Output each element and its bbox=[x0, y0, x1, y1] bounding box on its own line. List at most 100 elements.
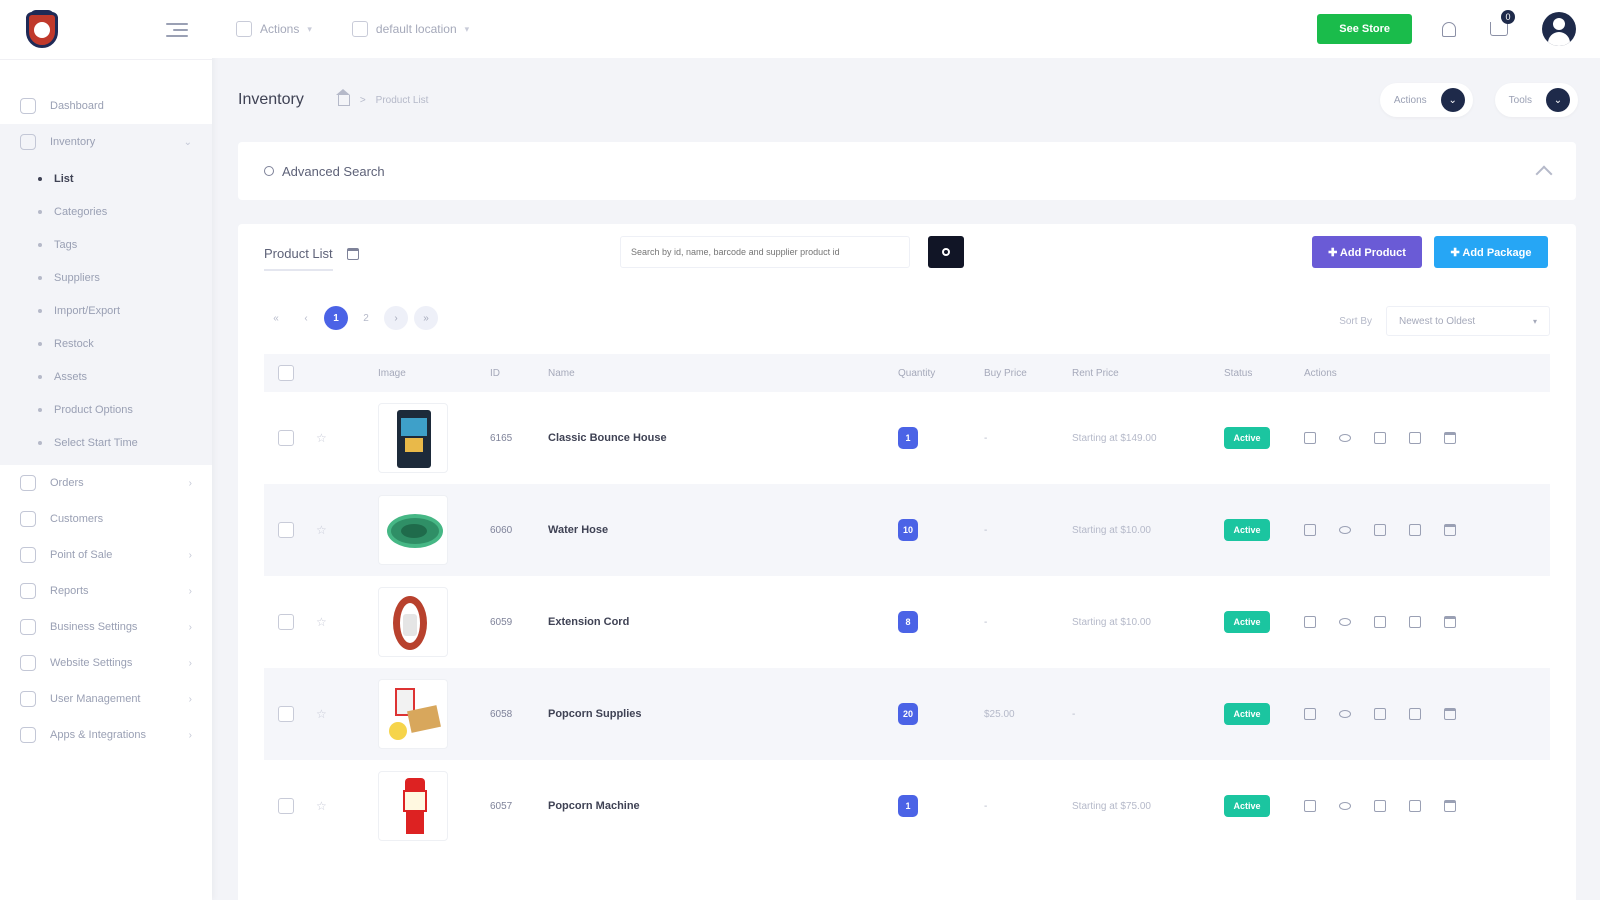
calendar-icon[interactable] bbox=[1409, 800, 1421, 812]
sidebar-subitem-suppliers[interactable]: Suppliers bbox=[0, 261, 212, 294]
sidebar-item-business-settings[interactable]: Business Settings › bbox=[0, 609, 212, 645]
sidebar-item-inventory[interactable]: Inventory ⌄ bbox=[0, 124, 212, 160]
star-icon[interactable]: ☆ bbox=[316, 523, 327, 537]
avatar[interactable] bbox=[1542, 12, 1576, 46]
sidebar-subitem-restock[interactable]: Restock bbox=[0, 327, 212, 360]
eye-icon[interactable] bbox=[1339, 710, 1351, 718]
product-thumbnail[interactable] bbox=[378, 679, 448, 749]
sidebar-subitem-assets[interactable]: Assets bbox=[0, 360, 212, 393]
advanced-search-panel[interactable]: Advanced Search bbox=[238, 142, 1576, 200]
sidebar-subitem-list[interactable]: List bbox=[0, 162, 212, 195]
sidebar-item-user-management[interactable]: User Management › bbox=[0, 681, 212, 717]
eye-icon[interactable] bbox=[1339, 434, 1351, 442]
sidebar-subitem-product-options[interactable]: Product Options bbox=[0, 393, 212, 426]
star-icon[interactable]: ☆ bbox=[316, 799, 327, 813]
location-dropdown[interactable]: default location ▾ bbox=[351, 21, 469, 37]
see-store-button[interactable]: See Store bbox=[1317, 14, 1412, 44]
column-header-status[interactable]: Status bbox=[1224, 354, 1304, 392]
sidebar-item-apps-integrations[interactable]: Apps & Integrations › bbox=[0, 717, 212, 753]
edit-icon[interactable] bbox=[1374, 708, 1386, 720]
eye-icon[interactable] bbox=[1339, 802, 1351, 810]
row-checkbox[interactable] bbox=[278, 798, 294, 814]
sidebar-item-dashboard[interactable]: Dashboard bbox=[0, 88, 212, 124]
sidebar-item-orders[interactable]: Orders › bbox=[0, 465, 212, 501]
product-name[interactable]: Popcorn Supplies bbox=[548, 668, 898, 760]
copy-icon[interactable] bbox=[1304, 708, 1316, 720]
header-actions-button[interactable]: Actions ⌄ bbox=[1379, 83, 1473, 117]
sidebar-subitem-import-export[interactable]: Import/Export bbox=[0, 294, 212, 327]
sidebar-nav: Dashboard Inventory ⌄ List Categories Ta… bbox=[0, 60, 212, 753]
product-name[interactable]: Popcorn Machine bbox=[548, 760, 898, 852]
sidebar-item-customers[interactable]: Customers bbox=[0, 501, 212, 537]
trash-icon[interactable] bbox=[1444, 616, 1456, 628]
pagination-last[interactable]: » bbox=[414, 306, 438, 330]
bell-icon[interactable] bbox=[1442, 21, 1456, 37]
edit-icon[interactable] bbox=[1374, 432, 1386, 444]
product-thumbnail[interactable] bbox=[378, 771, 448, 841]
calendar-icon[interactable] bbox=[1409, 524, 1421, 536]
pagination-first[interactable]: « bbox=[264, 306, 288, 330]
calendar-icon[interactable] bbox=[1409, 616, 1421, 628]
brand-logo[interactable] bbox=[24, 9, 60, 50]
add-package-button[interactable]: ✚ Add Package bbox=[1434, 236, 1548, 268]
eye-icon[interactable] bbox=[1339, 618, 1351, 626]
trash-icon[interactable] bbox=[1444, 524, 1456, 536]
pagination-prev[interactable]: ‹ bbox=[294, 306, 318, 330]
edit-icon[interactable] bbox=[1374, 616, 1386, 628]
trash-icon[interactable] bbox=[1444, 708, 1456, 720]
product-name[interactable]: Extension Cord bbox=[548, 576, 898, 668]
product-thumbnail[interactable] bbox=[378, 495, 448, 565]
column-header-quantity[interactable]: Quantity bbox=[898, 354, 984, 392]
sidebar-subitem-select-start-time[interactable]: Select Start Time bbox=[0, 426, 212, 459]
column-header-buy-price[interactable]: Buy Price bbox=[984, 354, 1072, 392]
product-thumbnail[interactable] bbox=[378, 587, 448, 657]
star-icon[interactable]: ☆ bbox=[316, 615, 327, 629]
star-icon[interactable]: ☆ bbox=[316, 707, 327, 721]
sidebar-subitem-categories[interactable]: Categories bbox=[0, 195, 212, 228]
header-tools-button[interactable]: Tools ⌄ bbox=[1494, 83, 1578, 117]
add-product-button[interactable]: ✚ Add Product bbox=[1312, 236, 1422, 268]
trash-icon[interactable] bbox=[1444, 800, 1456, 812]
copy-icon[interactable] bbox=[1304, 616, 1316, 628]
header-select-all bbox=[264, 354, 316, 392]
search-button[interactable] bbox=[928, 236, 964, 268]
pagination-next[interactable]: › bbox=[384, 306, 408, 330]
product-thumbnail[interactable] bbox=[378, 403, 448, 473]
edit-icon[interactable] bbox=[1374, 800, 1386, 812]
chevron-up-icon[interactable] bbox=[1535, 165, 1553, 183]
home-icon[interactable] bbox=[335, 88, 350, 106]
sort-select[interactable]: Newest to Oldest ▾ bbox=[1386, 306, 1550, 336]
column-header-id[interactable]: ID bbox=[490, 354, 548, 392]
menu-toggle-icon[interactable] bbox=[166, 22, 188, 37]
row-checkbox[interactable] bbox=[278, 706, 294, 722]
eye-icon[interactable] bbox=[1339, 526, 1351, 534]
product-name[interactable]: Water Hose bbox=[548, 484, 898, 576]
pagination-page[interactable]: 2 bbox=[354, 306, 378, 330]
calendar-icon[interactable] bbox=[1409, 708, 1421, 720]
column-header-rent-price[interactable]: Rent Price bbox=[1072, 354, 1224, 392]
copy-icon[interactable] bbox=[1304, 432, 1316, 444]
star-icon[interactable]: ☆ bbox=[316, 431, 327, 445]
copy-icon[interactable] bbox=[1304, 800, 1316, 812]
trash-icon[interactable] bbox=[1444, 432, 1456, 444]
calendar-icon[interactable] bbox=[346, 248, 359, 260]
sidebar-item-label: Orders bbox=[50, 477, 84, 489]
row-checkbox[interactable] bbox=[278, 614, 294, 630]
copy-icon[interactable] bbox=[1304, 524, 1316, 536]
select-all-checkbox[interactable] bbox=[278, 365, 294, 381]
sidebar-item-point-of-sale[interactable]: Point of Sale › bbox=[0, 537, 212, 573]
column-header-name[interactable]: Name bbox=[548, 354, 898, 392]
sidebar-subitem-tags[interactable]: Tags bbox=[0, 228, 212, 261]
pagination-page[interactable]: 1 bbox=[324, 306, 348, 330]
product-name[interactable]: Classic Bounce House bbox=[548, 392, 898, 484]
edit-icon[interactable] bbox=[1374, 524, 1386, 536]
tab-product-list[interactable]: Product List bbox=[264, 238, 333, 271]
product-search-input[interactable] bbox=[620, 236, 910, 268]
row-checkbox[interactable] bbox=[278, 430, 294, 446]
sidebar-item-reports[interactable]: Reports › bbox=[0, 573, 212, 609]
actions-dropdown[interactable]: Actions ▾ bbox=[236, 21, 312, 37]
calendar-icon[interactable] bbox=[1409, 432, 1421, 444]
row-checkbox[interactable] bbox=[278, 522, 294, 538]
cart-icon[interactable]: 0 bbox=[1490, 10, 1515, 36]
sidebar-item-website-settings[interactable]: Website Settings › bbox=[0, 645, 212, 681]
